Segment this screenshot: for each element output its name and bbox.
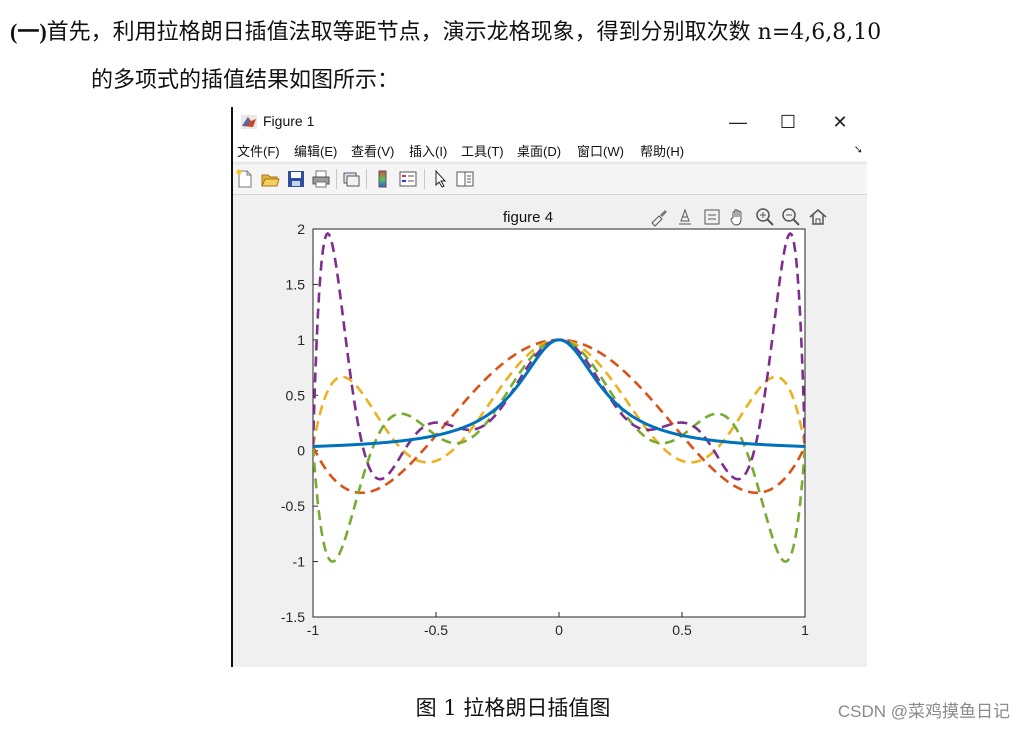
x-tick-label: 0.5 [672, 622, 692, 638]
menu-view[interactable]: 查看(V) [351, 141, 394, 160]
paragraph-line-2: 的多项式的插值结果如图所示： [91, 68, 400, 93]
menu-help[interactable]: 帮助(H) [640, 141, 684, 160]
y-tick-label: 1 [297, 332, 305, 348]
figure-toolbar [233, 163, 867, 195]
property-inspector-icon[interactable] [455, 169, 475, 189]
y-tick-label: -1 [293, 554, 306, 570]
colorbar-icon[interactable] [372, 169, 392, 189]
save-icon[interactable] [286, 169, 306, 189]
menu-insert[interactable]: 插入(I) [409, 141, 447, 160]
figure-window: Figure 1 — ☐ ✕ 文件(F) 编辑(E) 查看(V) 插入(I) 工… [231, 107, 867, 667]
print-icon[interactable] [311, 169, 331, 189]
y-tick-label: -0.5 [281, 498, 305, 514]
menu-bar: 文件(F) 编辑(E) 查看(V) 插入(I) 工具(T) 桌面(D) 窗口(W… [233, 137, 867, 161]
open-file-icon[interactable] [260, 169, 280, 189]
y-axis: -1.5 -1 -0.5 0 0.5 1 1.5 2 [281, 221, 318, 625]
minimize-button[interactable]: — [715, 109, 761, 135]
dock-arrow-icon[interactable]: ➘ [854, 143, 863, 156]
figure-canvas: figure 4 -1 -0.5 0 0.5 1 -1.5 -1 -0.5 0 … [233, 195, 867, 667]
matlab-logo-icon [241, 115, 257, 129]
close-button[interactable]: ✕ [817, 109, 863, 135]
paragraph-line-1: (一)首先，利用拉格朗日插值法取等距节点，演示龙格现象，得到分别取次数 n=4,… [10, 14, 881, 46]
menu-window[interactable]: 窗口(W) [577, 141, 624, 160]
toolbar-separator [366, 169, 367, 189]
y-tick-label: 0.5 [286, 387, 306, 403]
paragraph-text-1: 首先，利用拉格朗日插值法取等距节点，演示龙格现象，得到分别取次数 n=4,6,8… [46, 20, 882, 45]
y-tick-label: -1.5 [281, 609, 305, 625]
section-marker: (一) [10, 19, 47, 44]
toolbar-separator [424, 169, 425, 189]
window-title: Figure 1 [263, 113, 315, 129]
y-tick-label: 2 [297, 221, 305, 237]
x-tick-label: 0 [555, 622, 563, 638]
link-plot-icon[interactable] [341, 169, 361, 189]
pointer-icon[interactable] [430, 169, 450, 189]
menu-desktop[interactable]: 桌面(D) [517, 141, 561, 160]
x-tick-label: -0.5 [424, 622, 448, 638]
maximize-button[interactable]: ☐ [765, 109, 811, 135]
menu-file[interactable]: 文件(F) [237, 141, 280, 160]
menu-edit[interactable]: 编辑(E) [294, 141, 337, 160]
watermark: CSDN @菜鸡摸鱼日记 [837, 702, 1010, 721]
plot-svg[interactable]: -1 -0.5 0 0.5 1 -1.5-1-0.500.511.52 [233, 195, 867, 667]
toolbar-separator [336, 169, 337, 189]
axes-box [312, 228, 806, 618]
menu-tools[interactable]: 工具(T) [461, 141, 504, 160]
legend-icon[interactable] [398, 169, 418, 189]
new-figure-icon[interactable] [235, 169, 255, 189]
y-tick-label: 1.5 [286, 276, 306, 292]
title-bar[interactable]: Figure 1 — ☐ ✕ [233, 107, 867, 137]
y-tick-label: 0 [297, 443, 305, 459]
x-tick-label: 1 [801, 622, 809, 638]
x-tick-label: -1 [307, 622, 320, 638]
